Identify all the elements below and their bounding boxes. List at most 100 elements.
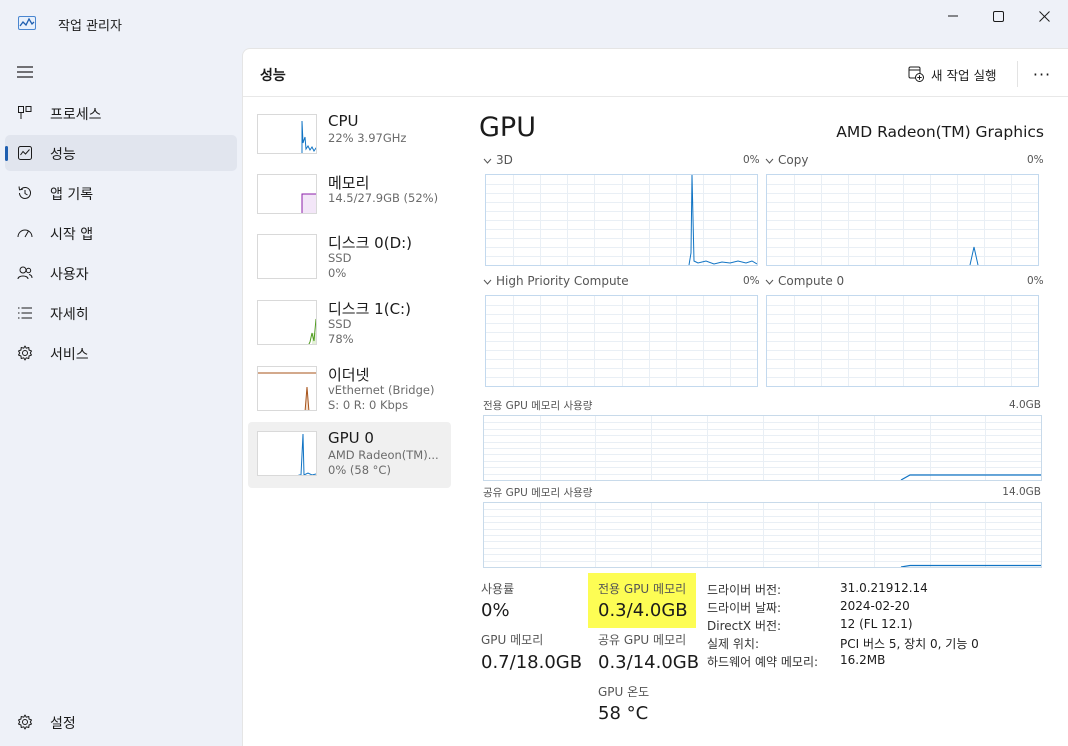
dedicated-memory-graph-max: 4.0GB [1008,399,1041,411]
nav-label: 프로세스 [50,107,102,123]
window-title: 작업 관리자 [58,19,122,34]
device-memory[interactable]: 메모리 14.5/27.9GB (52%) [248,172,451,236]
dedicated-memory-value: 0.3/4.0GB [598,600,688,621]
nav-label: 설정 [50,716,76,732]
device-detail: S: 0 R: 0 Kbps [328,398,409,412]
maximize-icon [992,10,1004,22]
info-key: 실제 위치: [707,637,760,651]
info-key: DirectX 버전: [707,619,782,633]
disk1-thumbnail-graph [257,300,317,345]
shared-memory-label: 공유 GPU 메모리 [598,633,687,647]
nav-item-performance[interactable]: 성능 [5,135,237,171]
dedicated-memory-graph-label: 전용 GPU 메모리 사용량 [483,400,593,412]
engine-graph-high-priority-compute [485,295,758,387]
engine-percent: 0% [743,154,760,166]
panel-header: 성능 새 작업 실행 ··· [243,49,1068,97]
gpu-memory-value: 0.7/18.0GB [481,652,583,673]
utilization-value: 0% [481,600,510,621]
gpu-model-name: AMD Radeon(TM) Graphics [836,123,1044,141]
device-name: GPU 0 [328,429,374,447]
info-value: 16.2MB [840,653,886,667]
device-cpu[interactable]: CPU 22% 3.97GHz [248,112,451,176]
nav-label: 성능 [50,147,76,163]
engine-copy-line [969,246,979,265]
performance-icon [18,146,32,160]
gpu-temperature-label: GPU 온도 [598,685,650,699]
info-value: 12 (FL 12.1) [840,617,913,631]
gpu-memory-label: GPU 메모리 [481,633,544,647]
shared-memory-graph-max: 14.0GB [1002,486,1041,498]
shared-memory-line [900,564,1041,567]
cpu-thumbnail-graph [257,114,317,154]
device-ethernet[interactable]: 이더넷 vEthernet (Bridge) S: 0 R: 0 Kbps [248,364,451,428]
dedicated-memory-label: 전용 GPU 메모리 [598,582,687,596]
performance-panel: 성능 새 작업 실행 ··· CPU 22% 3.97GHz 메모리 14.5/… [242,48,1068,746]
engine-percent: 0% [1027,154,1044,166]
minimize-icon [948,15,958,17]
engine-graph-compute-0 [766,295,1039,387]
shared-memory-graph-label: 공유 GPU 메모리 사용량 [483,487,593,499]
info-key: 드라이버 버전: [707,583,782,597]
nav-item-processes[interactable]: 프로세스 [5,95,237,131]
close-button[interactable] [1021,0,1067,32]
minimize-button[interactable] [930,0,976,32]
nav-label: 시작 앱 [50,227,94,243]
dedicated-memory-line [900,474,1041,480]
device-name: 이더넷 [328,366,370,384]
new-task-icon [908,66,924,82]
gpu-temperature-value: 58 °C [598,703,649,724]
nav-label: 서비스 [50,347,89,363]
device-detail: SSD [328,317,352,331]
device-detail: 14.5/27.9GB (52%) [328,191,439,205]
engine-selector-copy[interactable]: Copy [765,153,808,167]
shared-memory-value: 0.3/14.0GB [598,652,700,673]
device-detail: vEthernet (Bridge) [328,383,435,397]
nav-item-details[interactable]: 자세히 [5,295,237,331]
info-value: PCI 버스 5, 장치 0, 기능 0 [840,637,979,651]
nav-label: 앱 기록 [50,187,94,203]
hamburger-menu-icon[interactable] [17,66,33,78]
nav-item-startup-apps[interactable]: 시작 앱 [5,215,237,251]
nav-item-app-history[interactable]: 앱 기록 [5,175,237,211]
gpu-thumbnail-graph [257,431,317,476]
device-name: 디스크 0(D:) [328,234,413,252]
details-icon [18,307,32,319]
engine-selector-compute-0[interactable]: Compute 0 [765,274,844,288]
nav-item-settings[interactable]: 설정 [5,704,237,740]
engine-percent: 0% [1027,275,1044,287]
engine-label: Compute 0 [778,274,845,288]
close-icon [1038,10,1050,22]
device-disk-0[interactable]: 디스크 0(D:) SSD 0% [248,232,451,296]
maximize-button[interactable] [975,0,1021,32]
engine-selector-high-priority-compute[interactable]: High Priority Compute [483,274,629,288]
device-disk-1[interactable]: 디스크 1(C:) SSD 78% [248,298,451,362]
more-options-button[interactable]: ··· [1029,61,1055,87]
engine-label: High Priority Compute [496,274,629,288]
engine-percent: 0% [743,275,760,287]
device-detail: SSD [328,251,352,265]
chevron-down-icon [765,279,774,285]
nav-item-users[interactable]: 사용자 [5,255,237,291]
device-detail: 78% [328,332,354,346]
device-gpu-0[interactable]: GPU 0 AMD Radeon(TM)... 0% (58 °C) [248,422,451,488]
page-title: 성능 [260,68,286,84]
device-detail: AMD Radeon(TM)... [328,448,439,462]
disk0-thumbnail-graph [257,234,317,279]
header-divider [1017,61,1018,87]
info-key: 하드웨어 예약 메모리: [707,655,819,669]
chevron-down-icon [483,279,492,285]
settings-gear-icon [18,714,32,730]
chevron-down-icon [483,158,492,164]
engine-graph-3d [485,174,758,266]
startup-apps-icon [17,229,33,238]
nav-item-services[interactable]: 서비스 [5,335,237,371]
device-name: 디스크 1(C:) [328,300,411,318]
shared-memory-graph [483,502,1042,568]
utilization-label: 사용률 [481,582,515,596]
grid-hpc [486,296,757,386]
users-icon [17,266,33,280]
engine-selector-3d[interactable]: 3D [483,153,513,167]
run-new-task-button[interactable]: 새 작업 실행 [908,63,996,85]
device-name: CPU [328,112,359,130]
services-icon [18,345,32,361]
